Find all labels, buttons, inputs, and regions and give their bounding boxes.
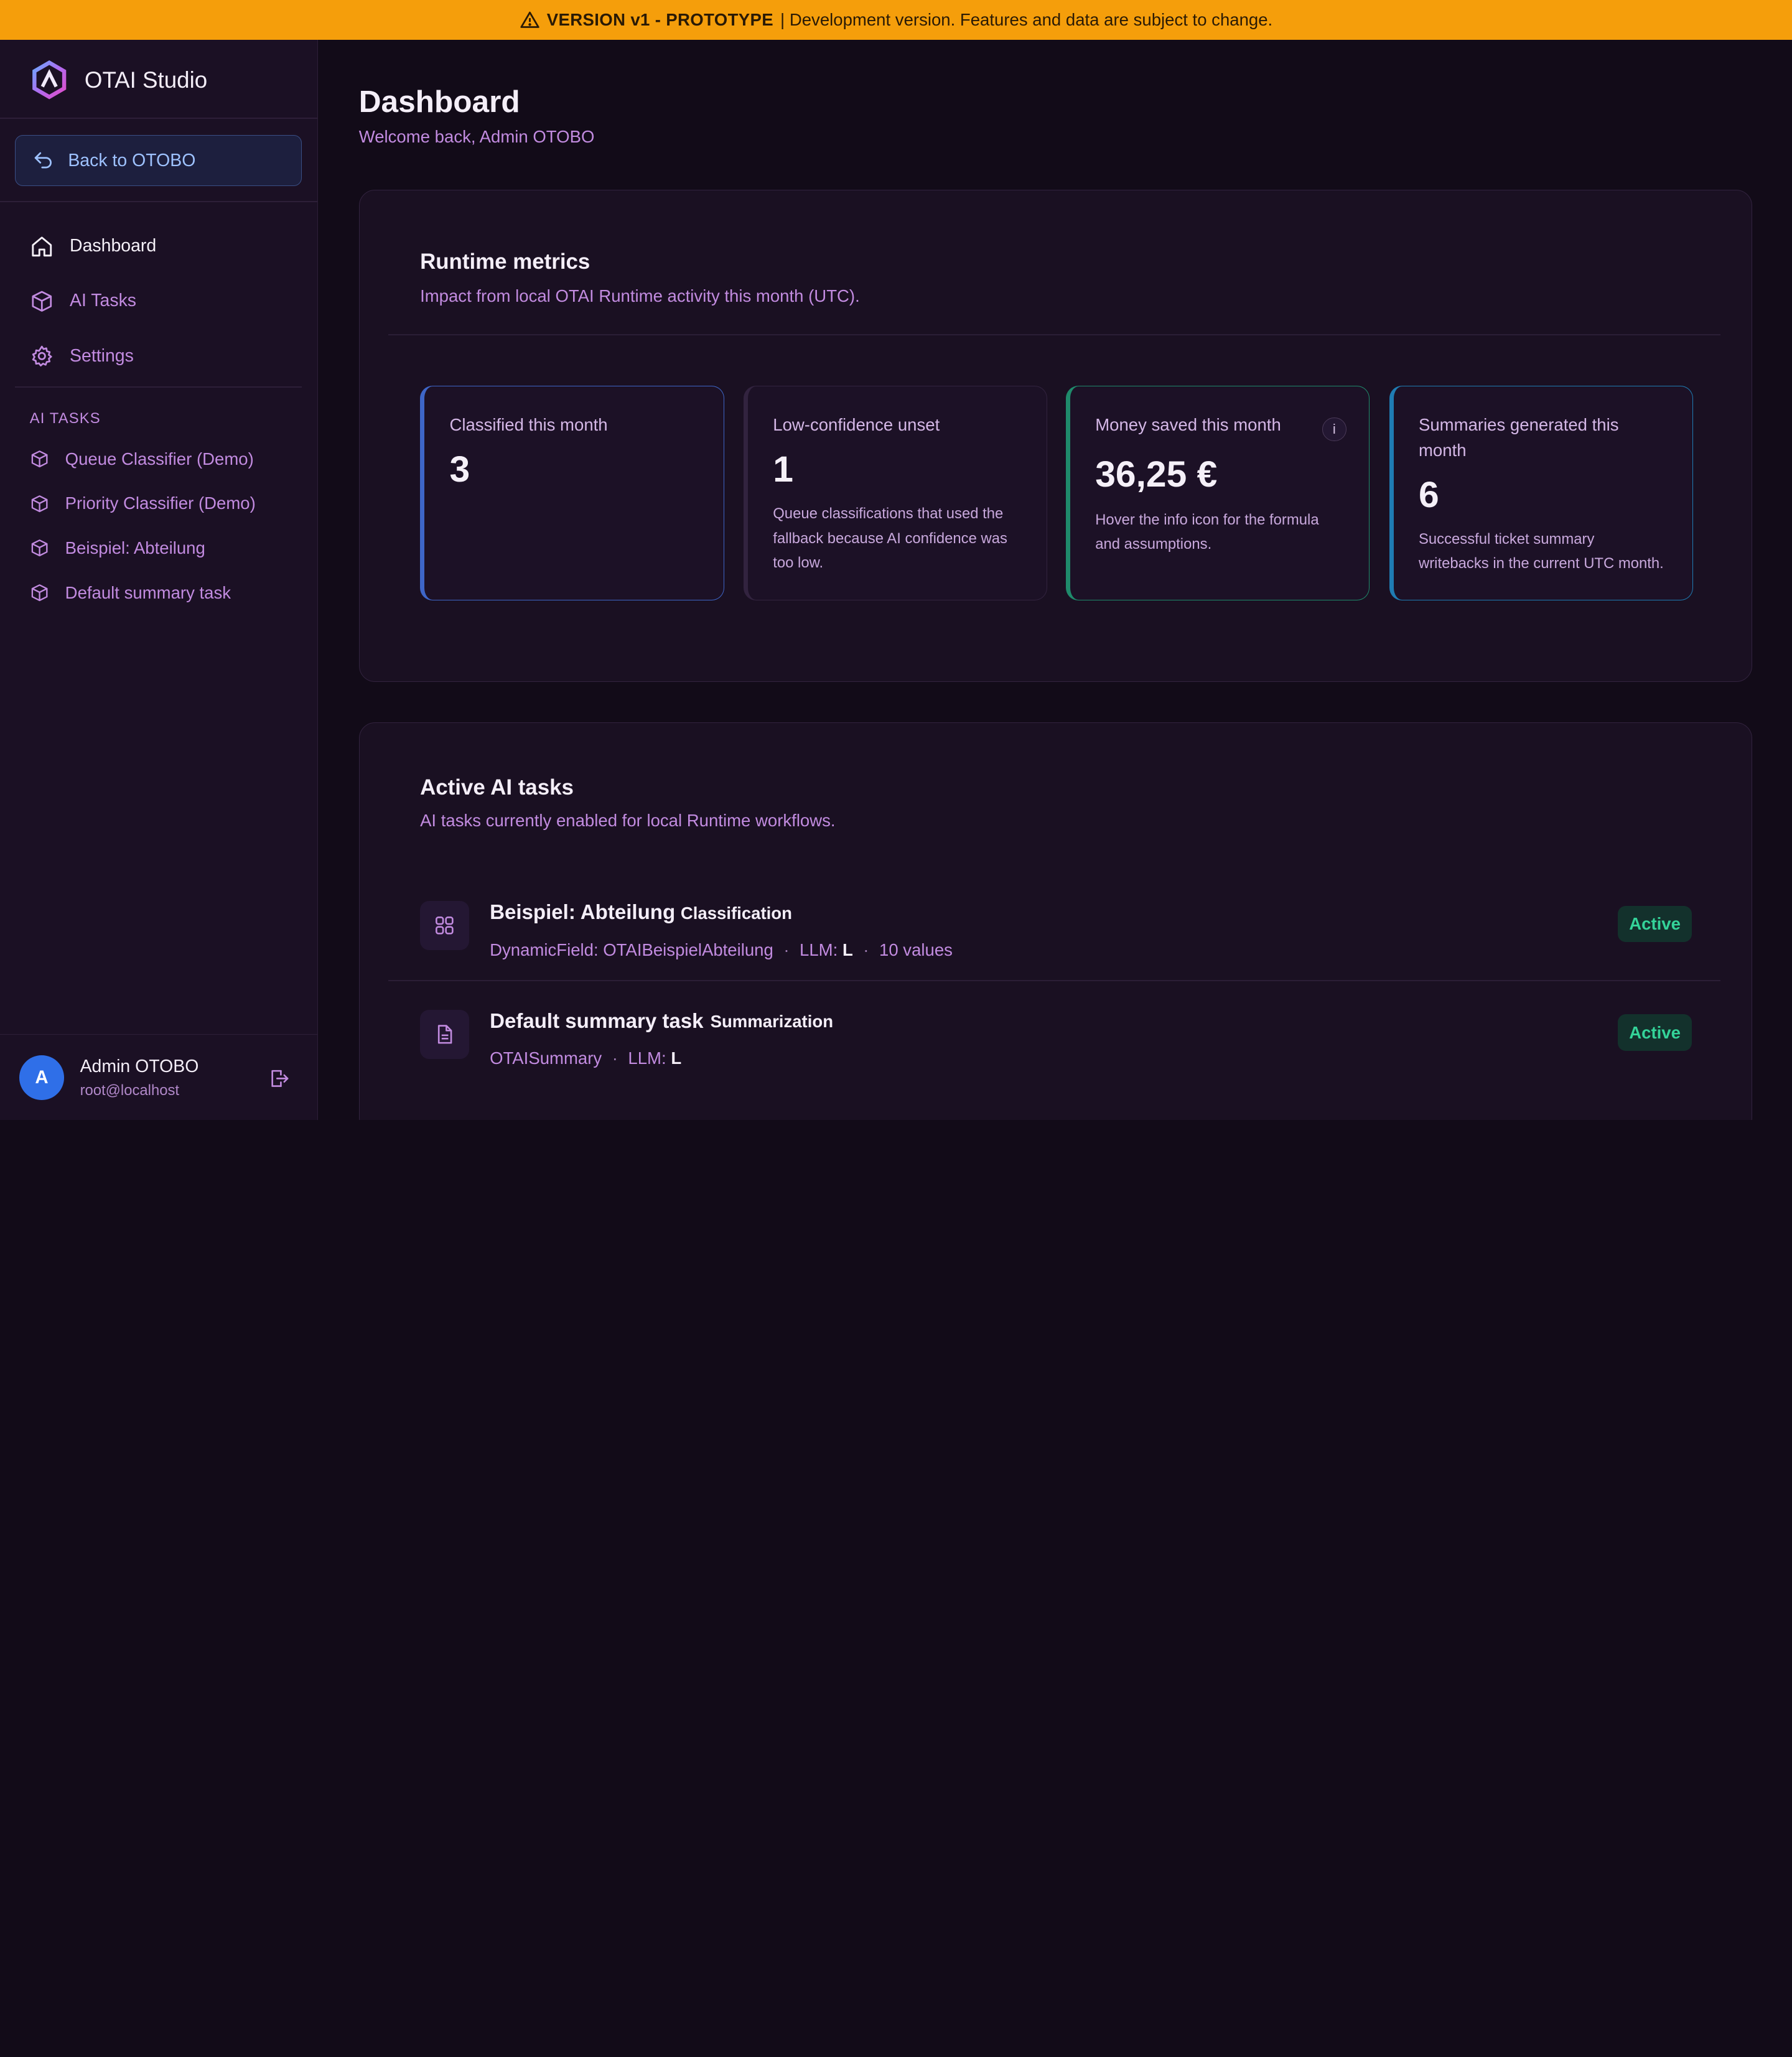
status-badge: Active xyxy=(1617,905,1692,943)
user-name: Admin OTOBO xyxy=(80,1056,199,1077)
cube-icon xyxy=(31,495,48,512)
metric-classified: Classified this month 3 xyxy=(420,385,724,601)
sidebar-divider xyxy=(0,201,318,203)
task-name: Beispiel: Abteilung xyxy=(490,901,676,925)
llm-label: LLM: xyxy=(628,1048,666,1068)
back-button-label: Back to OTOBO xyxy=(68,150,196,170)
otai-logo-icon xyxy=(32,60,67,100)
metric-value: 1 xyxy=(773,449,793,490)
avatar[interactable]: A xyxy=(19,1055,64,1100)
metric-label: Classified this month xyxy=(449,415,608,435)
sidebar-task-beispiel-abteilung[interactable]: Beispiel: Abteilung xyxy=(30,538,205,558)
sidebar-task-default-summary[interactable]: Default summary task xyxy=(30,583,231,603)
banner-version: VERSION v1 - PROTOTYPE xyxy=(546,10,774,30)
task-field: DynamicField: OTAIBeispielAbteilung xyxy=(490,940,773,959)
brand[interactable]: OTAI Studio xyxy=(30,60,208,100)
task-row[interactable]: Beispiel: Abteilung Classification Dynam… xyxy=(420,901,1692,972)
task-name: Default summary task xyxy=(490,1009,704,1033)
document-icon xyxy=(438,1025,452,1044)
grid-icon xyxy=(436,917,454,935)
cube-icon xyxy=(31,450,48,468)
nav-settings[interactable]: Settings xyxy=(30,344,134,368)
info-icon[interactable]: i xyxy=(1322,417,1346,442)
sidebar-divider xyxy=(14,386,302,388)
page-title: Dashboard xyxy=(358,84,520,119)
cube-icon xyxy=(31,584,48,602)
task-type: Classification xyxy=(680,903,792,923)
task-icon xyxy=(420,901,470,951)
metric-summaries: Summaries generated this month 6 Success… xyxy=(1389,385,1694,601)
metric-label: Summaries generated this month xyxy=(1418,415,1619,460)
metric-description: Queue classifications that used the fall… xyxy=(773,505,1007,572)
nav-ai-tasks-label: AI Tasks xyxy=(70,291,137,311)
sidebar-task-queue-classifier[interactable]: Queue Classifier (Demo) xyxy=(30,449,254,469)
gear-icon xyxy=(32,345,52,366)
llm-value: L xyxy=(671,1048,682,1068)
metric-label: Low-confidence unset xyxy=(773,415,940,435)
runtime-metrics-subtitle: Impact from local OTAI Runtime activity … xyxy=(420,286,860,306)
logout-icon[interactable] xyxy=(268,1067,291,1090)
nav-ai-tasks[interactable]: AI Tasks xyxy=(30,289,136,314)
metric-value: 36,25 € xyxy=(1095,454,1218,495)
nav-settings-label: Settings xyxy=(70,345,134,366)
nav-dashboard-label: Dashboard xyxy=(70,236,157,256)
llm-value: L xyxy=(842,940,853,959)
row-divider xyxy=(388,980,1721,981)
home-icon xyxy=(32,236,52,256)
task-type: Summarization xyxy=(710,1012,834,1032)
warning-triangle-icon xyxy=(520,11,539,28)
metric-value: 6 xyxy=(1418,474,1439,515)
page-subtitle: Welcome back, Admin OTOBO xyxy=(358,126,595,146)
task-values-count: 10 values xyxy=(879,940,953,959)
llm-label: LLM: xyxy=(800,940,838,959)
metric-value: 3 xyxy=(449,449,470,490)
task-meta: DynamicField: OTAIBeispielAbteilung · LLM:… xyxy=(490,940,953,959)
metric-label: Money saved this month xyxy=(1095,415,1281,435)
task-field: OTAISummary xyxy=(490,1048,602,1068)
cube-icon xyxy=(31,539,48,557)
metric-description: Successful ticket summary writebacks in … xyxy=(1418,530,1664,572)
task-icon xyxy=(420,1009,470,1059)
user-email: root@localhost xyxy=(80,1081,180,1099)
sidebar-task-label: Priority Classifier (Demo) xyxy=(65,493,256,513)
nav-dashboard[interactable]: Dashboard xyxy=(30,235,156,259)
card-divider xyxy=(388,334,1721,336)
task-meta: OTAISummary · LLM: L xyxy=(490,1048,682,1068)
main-content: Dashboard Welcome back, Admin OTOBO Runt… xyxy=(319,40,1792,1120)
sidebar-task-label: Queue Classifier (Demo) xyxy=(65,449,254,469)
sidebar-divider xyxy=(0,118,318,119)
app-name: OTAI Studio xyxy=(84,67,208,93)
status-badge: Active xyxy=(1617,1014,1692,1051)
back-to-otobo-button[interactable]: Back to OTOBO xyxy=(14,134,302,187)
metric-low-confidence: Low-confidence unset 1 Queue classificat… xyxy=(743,385,1048,601)
app-page: VERSION v1 - PROTOTYPE | Development ver… xyxy=(0,0,1792,1120)
runtime-metrics-title: Runtime metrics xyxy=(420,250,590,274)
metric-money-saved: Money saved this month i 36,25 € Hover t… xyxy=(1065,385,1370,601)
prototype-banner: VERSION v1 - PROTOTYPE | Development ver… xyxy=(0,0,1792,40)
ai-tasks-section-label: AI TASKS xyxy=(29,410,101,427)
active-tasks-title: Active AI tasks xyxy=(420,775,574,800)
back-arrow-icon xyxy=(34,152,52,169)
sidebar-task-priority-classifier[interactable]: Priority Classifier (Demo) xyxy=(30,493,256,513)
banner-text: | Development version. Features and data… xyxy=(780,10,1273,30)
runtime-metrics-card: Runtime metrics Impact from local OTAI R… xyxy=(358,189,1752,683)
user-profile: A Admin OTOBO root@localhost xyxy=(0,1034,318,1120)
sidebar-task-label: Default summary task xyxy=(65,582,231,602)
sidebar: OTAI Studio Back to OTOBO Dashboard AI T… xyxy=(0,40,318,1120)
sidebar-task-label: Beispiel: Abteilung xyxy=(65,538,205,558)
task-row[interactable]: Default summary task Summarization OTAIS… xyxy=(420,1009,1692,1081)
metric-description: Hover the info icon for the formula and … xyxy=(1095,511,1319,553)
cube-icon xyxy=(32,291,52,312)
active-ai-tasks-card: Active AI tasks AI tasks currently enabl… xyxy=(358,722,1752,1120)
active-tasks-subtitle: AI tasks currently enabled for local Run… xyxy=(420,811,836,831)
